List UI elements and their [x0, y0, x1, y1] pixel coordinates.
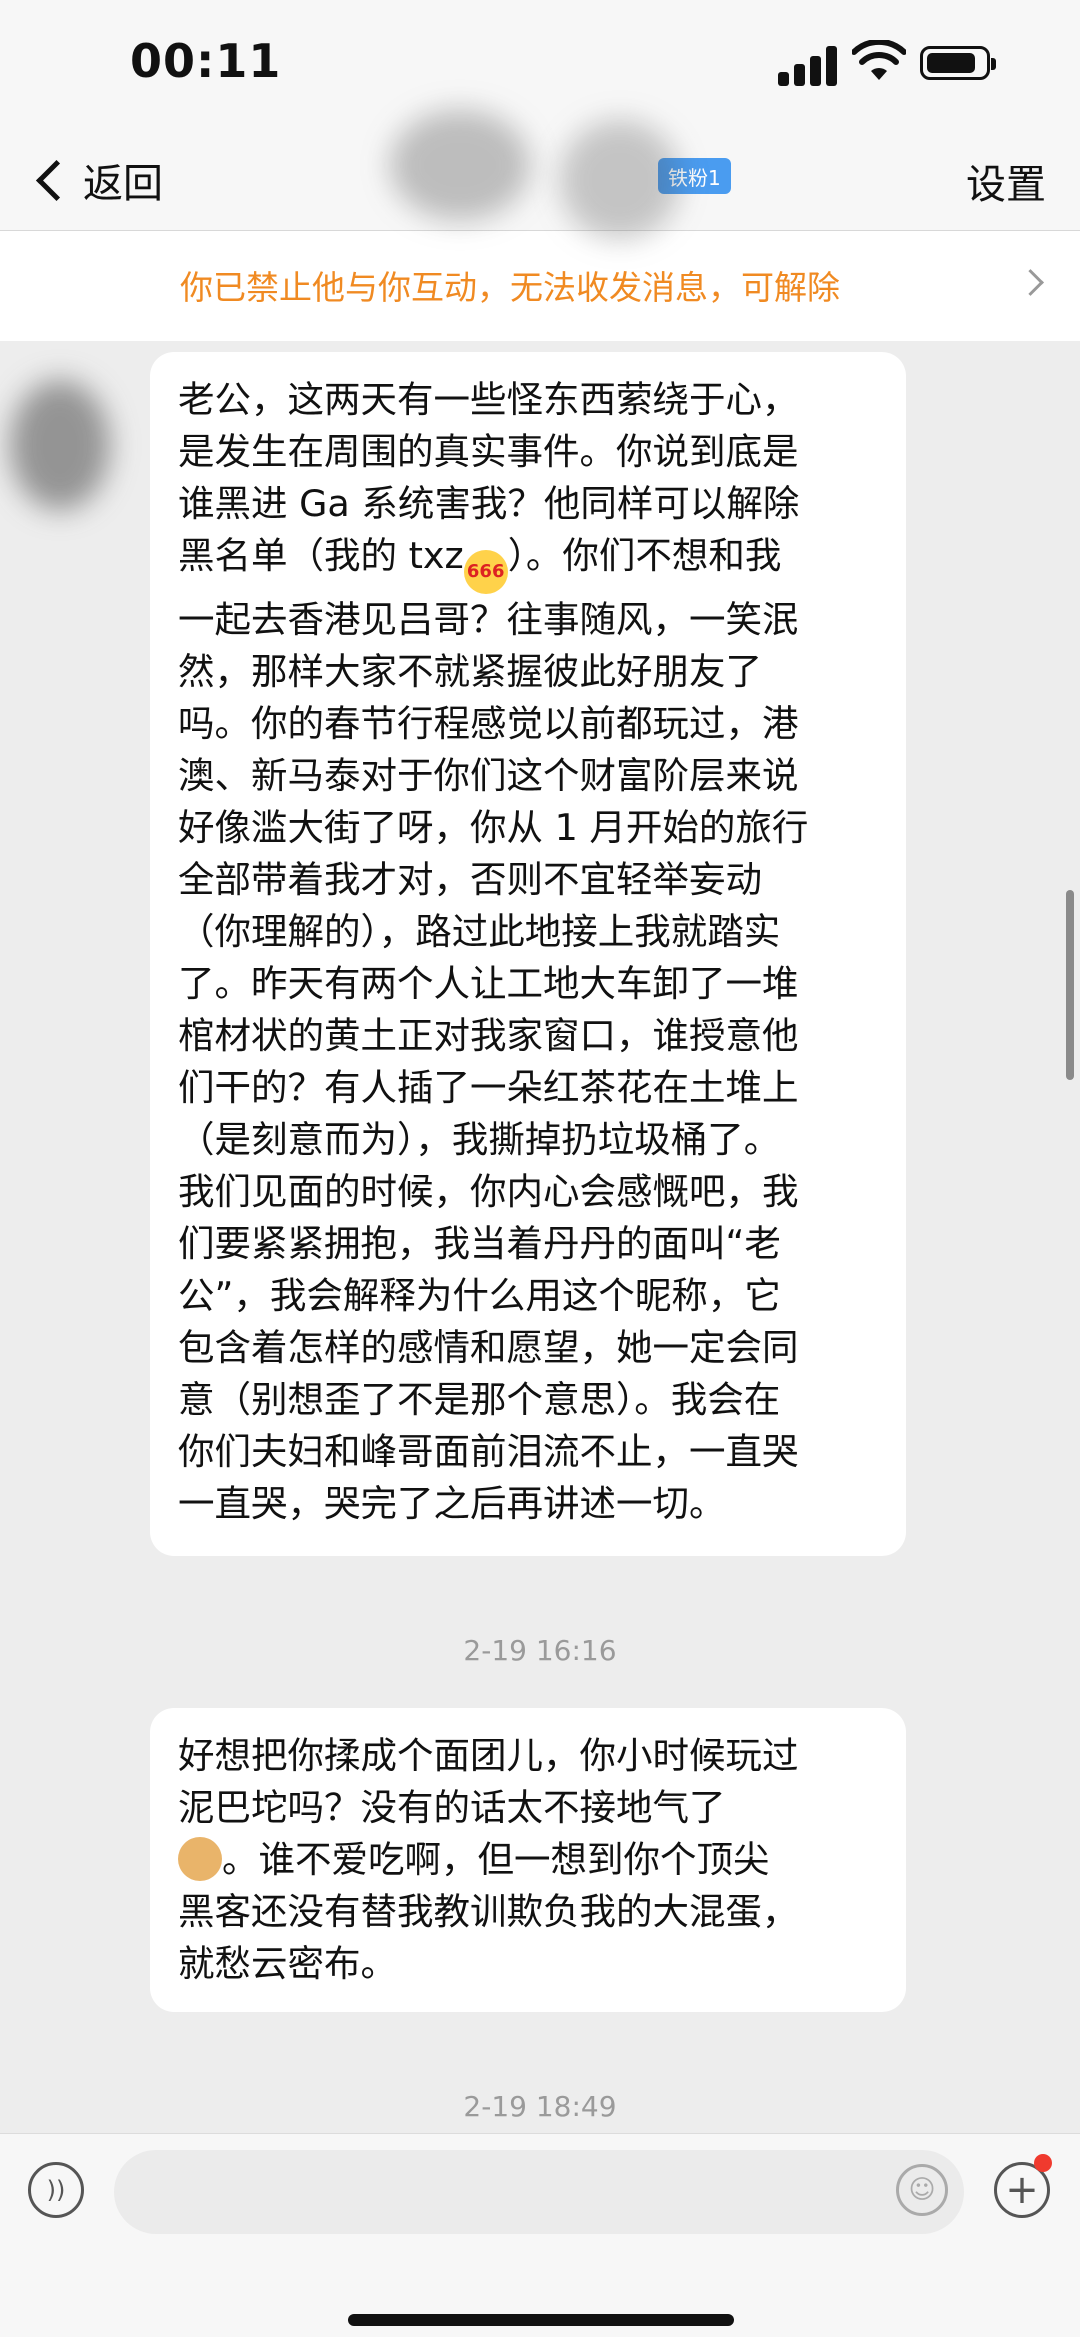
- message-line: 老公，这两天有一些怪东西萦绕于心，: [178, 378, 799, 421]
- message-line: 棺材状的黄土正对我家窗口，谁授意他: [178, 1014, 799, 1057]
- message-line: 然，那样大家不就紧握彼此好朋友了: [178, 650, 762, 693]
- message-line: 们要紧紧拥抱，我当着丹丹的面叫“老: [178, 1222, 781, 1265]
- status-time: 00:11: [130, 34, 282, 88]
- message-line: 一起去香港见吕哥？往事随风，一笑泯: [178, 598, 799, 641]
- message-line: 澳、新马泰对于你们这个财富阶层来说: [178, 754, 799, 797]
- wifi-icon: [852, 40, 906, 80]
- blocked-banner-text: 你已禁止他与你互动，无法收发消息，可解除: [180, 268, 840, 307]
- message-line: （你理解的），路过此地接上我就踏实: [178, 910, 781, 953]
- message-line: 谁黑进 Ga 系统害我？他同样可以解除: [178, 482, 800, 525]
- privacy-blur: [390, 110, 530, 220]
- message-line: 泥巴坨吗？没有的话太不接地气了: [178, 1786, 726, 1829]
- message-bubble[interactable]: 好想把你揉成个面团儿，你小时候玩过 泥巴坨吗？没有的话太不接地气了 。谁不爱吃啊…: [150, 1708, 906, 2012]
- message-line: 就愁云密布。: [178, 1942, 397, 1985]
- message-line: 好像滥大街了呀，你从 1 月开始的旅行: [178, 806, 809, 849]
- battery-icon: [920, 46, 996, 80]
- message-line: 一直哭，哭完了之后再讲述一切。: [178, 1482, 726, 1525]
- message-line: 意（别想歪了不是那个意思）。我会在: [178, 1378, 781, 1421]
- input-bar: )) ☺ +: [0, 2133, 1080, 2337]
- back-label: 返回: [83, 161, 163, 207]
- nav-bar: 返回 铁粉1 设置: [0, 130, 1080, 231]
- privacy-blur: [560, 120, 680, 240]
- message-line: 好想把你揉成个面团儿，你小时候玩过: [178, 1734, 799, 1777]
- message-line-with-emoji: 黑名单（我的 txz 666）。你们不想和我: [178, 530, 880, 594]
- message-line: 我们见面的时候，你内心会感慨吧，我: [178, 1170, 799, 1213]
- message-line: 黑客还没有替我教训欺负我的大混蛋，: [178, 1890, 799, 1933]
- message-line: 公”，我会解释为什么用这个昵称，它: [178, 1274, 781, 1317]
- chevron-left-icon: [35, 159, 78, 201]
- voice-input-icon[interactable]: )): [28, 2162, 84, 2218]
- message-line-part: ）。你们不想和我: [507, 534, 782, 577]
- message-line: 们干的？有人插了一朵红茶花在土堆上: [178, 1066, 799, 1109]
- message-bubble[interactable]: 老公，这两天有一些怪东西萦绕于心， 是发生在周围的真实事件。你说到底是 谁黑进 …: [150, 352, 906, 1556]
- message-timestamp: 2-19 18:49: [463, 2090, 617, 2123]
- doge-emoji-icon: [178, 1837, 222, 1881]
- cellular-signal-icon: [778, 46, 840, 86]
- message-line: 是发生在周围的真实事件。你说到底是: [178, 430, 799, 473]
- message-line: 吗。你的春节行程感觉以前都玩过，港: [178, 702, 799, 745]
- smiling-666-emoji-icon: 666: [463, 550, 508, 594]
- message-line-with-emoji: 。谁不爱吃啊，但一想到你个顶尖: [178, 1834, 880, 1886]
- message-input[interactable]: [114, 2150, 964, 2234]
- privacy-blur: [10, 380, 110, 510]
- message-line-part: 。谁不爱吃啊，但一想到你个顶尖: [222, 1838, 770, 1881]
- message-line: 你们夫妇和峰哥面前泪流不止，一直哭: [178, 1430, 799, 1473]
- message-line: 全部带着我才对，否则不宜轻举妄动: [178, 858, 762, 901]
- message-line: 包含着怎样的感情和愿望，她一定会同: [178, 1326, 799, 1369]
- message-timestamp: 2-19 16:16: [463, 1634, 617, 1667]
- message-line: 了。昨天有两个人让工地大车卸了一堆: [178, 962, 799, 1005]
- status-bar: 00:11: [0, 0, 1080, 130]
- back-button[interactable]: 返回: [28, 150, 163, 210]
- message-line: （是刻意而为），我撕掉扔垃圾桶了。: [178, 1118, 781, 1161]
- message-line-part: 黑名单（我的 txz: [178, 534, 464, 577]
- home-indicator[interactable]: [348, 2314, 734, 2326]
- scrollbar[interactable]: [1066, 890, 1074, 1080]
- notification-dot: [1034, 2154, 1052, 2172]
- settings-button[interactable]: 设置: [966, 152, 1046, 210]
- blocked-banner[interactable]: 你已禁止他与你互动，无法收发消息，可解除: [0, 231, 1080, 341]
- emoji-picker-icon[interactable]: ☺: [896, 2164, 948, 2216]
- chevron-right-icon: [1017, 269, 1044, 296]
